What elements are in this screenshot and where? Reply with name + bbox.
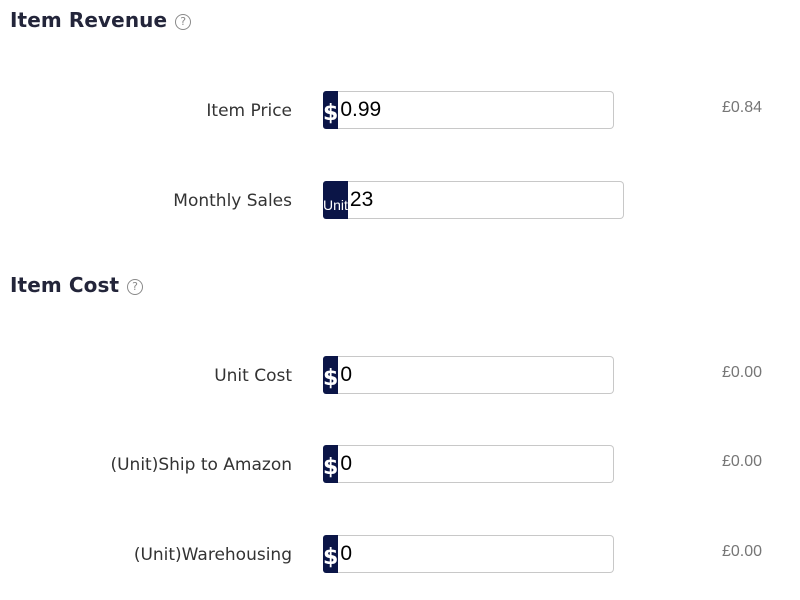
dollar-icon: $ <box>323 91 339 129</box>
ship-to-amazon-input-group: $ <box>323 445 615 483</box>
item-cost-heading: Item Cost ? <box>10 273 144 297</box>
item-price-input-group: $ <box>323 91 615 129</box>
warehousing-label: (Unit)Warehousing <box>133 545 292 565</box>
warehousing-result: £0.00 <box>721 543 762 560</box>
monthly-sales-input-group: Unit <box>323 181 624 219</box>
item-price-row: Item Price $ £0.84 <box>0 91 800 131</box>
warehousing-input-group: $ <box>323 535 615 573</box>
ship-to-amazon-label: (Unit)Ship to Amazon <box>110 455 292 475</box>
item-price-input[interactable] <box>338 91 615 129</box>
ship-to-amazon-input[interactable] <box>338 445 615 483</box>
ship-to-amazon-result: £0.00 <box>721 453 762 470</box>
item-revenue-title: Item Revenue <box>10 8 168 32</box>
unit-cost-row: Unit Cost $ £0.00 <box>0 356 800 396</box>
dollar-icon: $ <box>323 356 339 394</box>
monthly-sales-row: Monthly Sales Unit <box>0 181 800 221</box>
monthly-sales-label: Monthly Sales <box>173 191 292 211</box>
warehousing-row: (Unit)Warehousing $ £0.00 <box>0 535 800 575</box>
item-cost-title: Item Cost <box>10 273 120 297</box>
unit-cost-result: £0.00 <box>721 364 762 381</box>
unit-addon: Unit <box>323 181 348 219</box>
unit-cost-label: Unit Cost <box>214 366 292 386</box>
item-revenue-heading: Item Revenue ? <box>10 8 192 32</box>
ship-to-amazon-row: (Unit)Ship to Amazon $ £0.00 <box>0 445 800 485</box>
item-price-result: £0.84 <box>721 99 762 116</box>
unit-cost-input-group: $ <box>323 356 615 394</box>
dollar-icon: $ <box>323 535 339 573</box>
item-price-label: Item Price <box>206 101 292 121</box>
question-circle-icon[interactable]: ? <box>175 13 192 30</box>
warehousing-input[interactable] <box>338 535 615 573</box>
question-circle-icon[interactable]: ? <box>127 278 144 295</box>
monthly-sales-input[interactable] <box>347 181 624 219</box>
dollar-icon: $ <box>323 445 339 483</box>
unit-cost-input[interactable] <box>338 356 615 394</box>
